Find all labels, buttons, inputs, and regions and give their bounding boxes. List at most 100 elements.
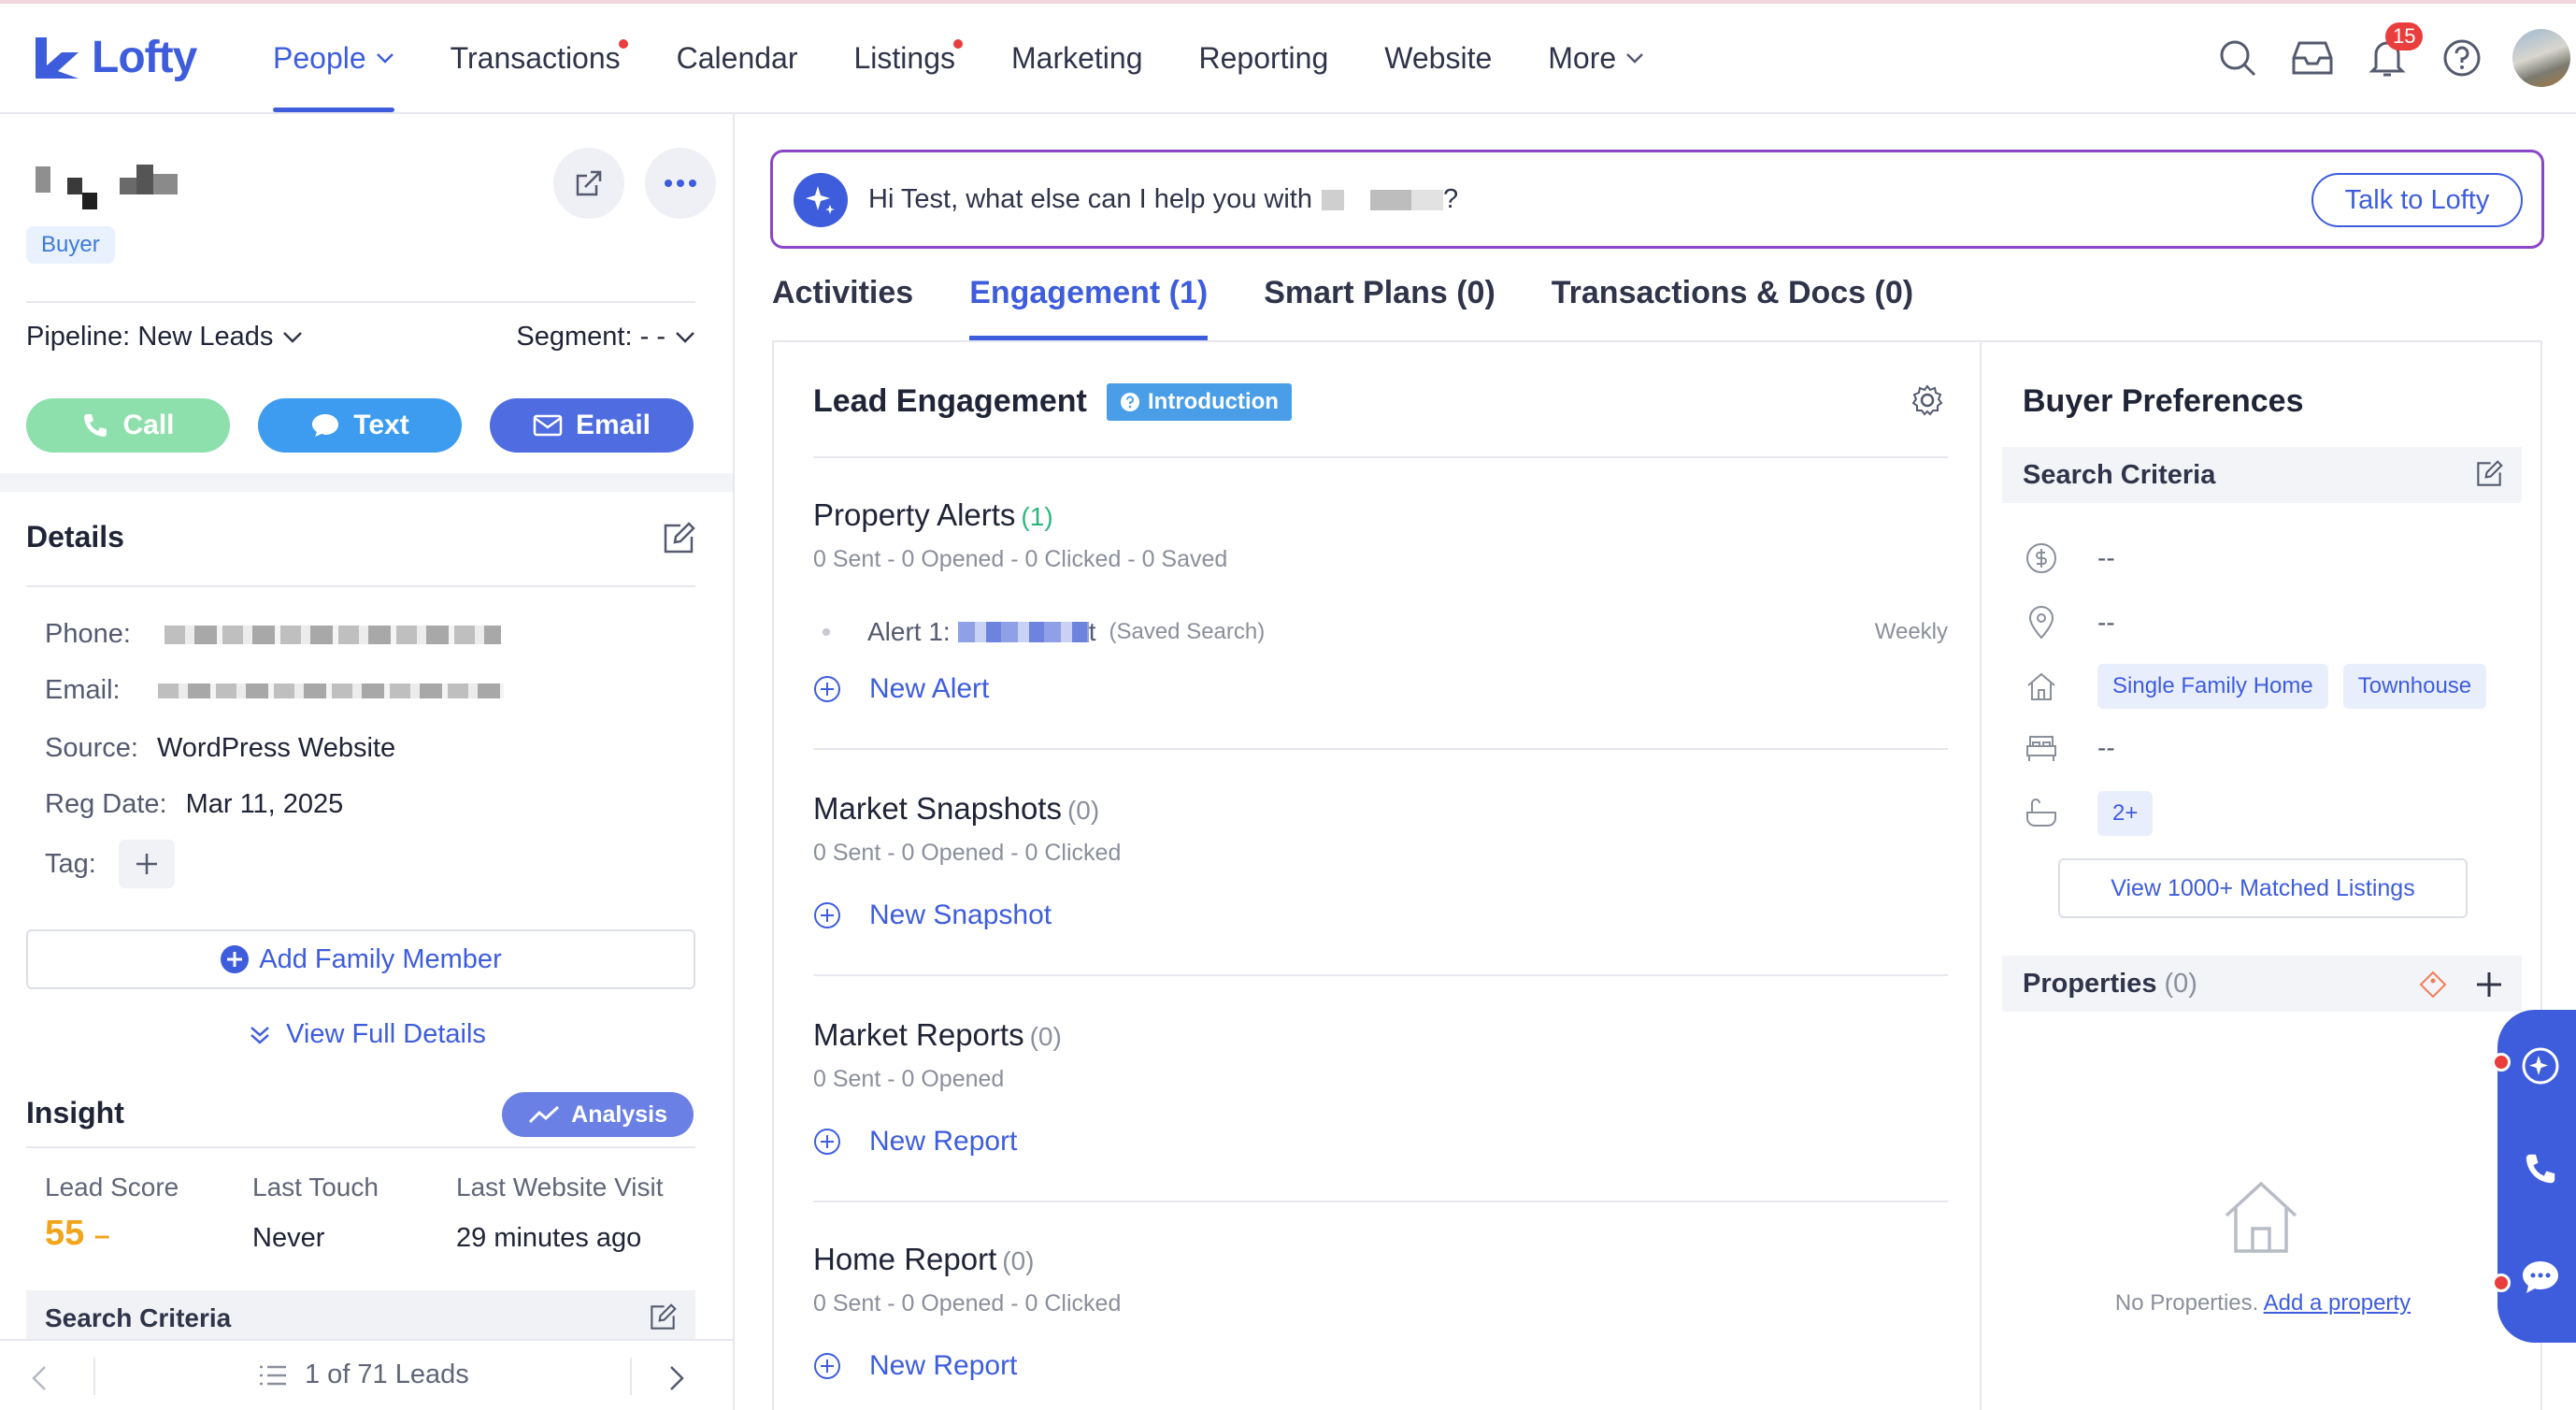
- source-row: Source: WordPress Website: [45, 733, 395, 764]
- divider: [813, 456, 1948, 458]
- reg-date-row: Reg Date: Mar 11, 2025: [45, 789, 343, 820]
- market-reports-title: Market Reports (0): [813, 1017, 1062, 1053]
- home-report-count: (0): [1002, 1246, 1035, 1275]
- new-snapshot-label: New Snapshot: [869, 899, 1052, 930]
- phone-float-button[interactable]: [2520, 1148, 2561, 1189]
- nav-listings[interactable]: Listings: [854, 4, 963, 112]
- property-alerts-stats: 0 Sent - 0 Opened - 0 Clicked - 0 Saved: [813, 546, 1228, 572]
- property-alerts-label: Property Alerts: [813, 497, 1016, 532]
- plus-circle-icon: [814, 1353, 840, 1379]
- lead-tabs: Activities Engagement (1) Smart Plans (0…: [772, 267, 1969, 340]
- text-button[interactable]: Text: [258, 398, 462, 453]
- tab-smart-plans[interactable]: Smart Plans (0): [1264, 267, 1496, 340]
- segment-selector[interactable]: Segment: - -: [516, 322, 695, 352]
- more-options-button[interactable]: [645, 148, 716, 219]
- user-avatar[interactable]: [2512, 29, 2570, 87]
- tab-activities[interactable]: Activities: [772, 267, 913, 340]
- chevron-left-icon[interactable]: [32, 1365, 47, 1391]
- add-family-label: Add Family Member: [259, 943, 502, 974]
- nav-marketing[interactable]: Marketing: [1011, 4, 1143, 112]
- lead-pager: 1 of 71 Leads: [0, 1339, 733, 1410]
- baths-row: 2+: [2023, 791, 2168, 836]
- email-label: Email:: [45, 675, 121, 705]
- no-properties-message: No Properties. Add a property: [1983, 1290, 2542, 1316]
- view-full-details-link[interactable]: View Full Details: [0, 1019, 733, 1050]
- tab-transactions-docs[interactable]: Transactions & Docs (0): [1552, 267, 1913, 340]
- introduction-tag[interactable]: Introduction: [1107, 383, 1292, 421]
- plus-icon: [136, 854, 157, 874]
- pager-text: 1 of 71 Leads: [305, 1360, 469, 1389]
- assistant-float-button[interactable]: [2520, 1045, 2561, 1086]
- market-reports-count: (0): [1029, 1022, 1062, 1051]
- nav-calendar[interactable]: Calendar: [677, 4, 798, 112]
- insight-title: Insight: [26, 1096, 124, 1129]
- edit-icon[interactable]: [649, 1303, 677, 1331]
- notification-dot: [2492, 1273, 2511, 1292]
- call-button[interactable]: Call: [26, 398, 230, 453]
- home-type-row: Single Family Home Townhouse: [2023, 664, 2501, 709]
- nav-transactions[interactable]: Transactions: [451, 4, 628, 112]
- lead-score-number: 55: [45, 1214, 85, 1253]
- details-title: Details: [26, 520, 124, 554]
- lofty-logo-icon: [36, 36, 79, 79]
- nav-people[interactable]: People: [273, 4, 394, 112]
- top-navigation-bar: Lofty People Transactions Calendar Listi…: [0, 4, 2576, 114]
- nav-website[interactable]: Website: [1384, 4, 1492, 112]
- phone-value-redacted: [164, 625, 501, 644]
- add-property-link[interactable]: Add a property: [2264, 1290, 2411, 1316]
- ai-assistant-bar: Hi Test, what else can I help you with ?…: [770, 150, 2544, 249]
- view-full-details-label: View Full Details: [286, 1019, 486, 1049]
- lofty-logo[interactable]: Lofty: [32, 32, 197, 83]
- nav-reporting[interactable]: Reporting: [1199, 4, 1329, 112]
- gear-icon[interactable]: [1911, 383, 1944, 417]
- divider: [630, 1358, 632, 1395]
- chat-float-button[interactable]: [2520, 1257, 2561, 1298]
- view-matched-listings-button[interactable]: View 1000+ Matched Listings: [2058, 858, 2468, 918]
- analysis-button[interactable]: Analysis: [502, 1092, 694, 1137]
- market-snapshots-stats: 0 Sent - 0 Opened - 0 Clicked: [813, 840, 1122, 866]
- help-button[interactable]: [2440, 36, 2484, 80]
- divider: [26, 1146, 695, 1148]
- lead-engagement-title: Lead Engagement: [813, 383, 1087, 419]
- property-alerts-title: Property Alerts (1): [813, 497, 1053, 533]
- new-snapshot-button[interactable]: New Snapshot: [813, 899, 1052, 931]
- divider: [26, 585, 695, 587]
- location-pin-icon: [2023, 606, 2060, 640]
- empty-house-icon: [2225, 1181, 2297, 1253]
- market-reports-stats: 0 Sent - 0 Opened: [813, 1066, 1005, 1092]
- beds-row: --: [2023, 733, 2115, 763]
- notifications-button[interactable]: 15: [2365, 22, 2424, 80]
- last-touch-value: Never: [252, 1223, 325, 1253]
- tab-engagement[interactable]: Engagement (1): [969, 267, 1209, 340]
- inbox-button[interactable]: [2290, 36, 2335, 80]
- plus-icon[interactable]: [2475, 971, 2503, 999]
- new-alert-button[interactable]: New Alert: [813, 673, 989, 705]
- email-value-redacted: [157, 683, 504, 698]
- price-row: --: [2023, 542, 2115, 574]
- bathtub-icon: [2023, 798, 2060, 829]
- talk-to-lofty-button[interactable]: Talk to Lofty: [2311, 173, 2523, 227]
- nav-more[interactable]: More: [1548, 4, 1644, 112]
- edit-icon[interactable]: [662, 522, 695, 555]
- call-label: Call: [122, 410, 175, 440]
- new-market-report-button[interactable]: New Report: [813, 1126, 1017, 1158]
- baths-chip: 2+: [2097, 791, 2154, 836]
- add-family-member-button[interactable]: Add Family Member: [26, 929, 695, 989]
- ai-prompt: Hi Test, what else can I help you with ?: [868, 184, 1458, 215]
- email-button[interactable]: Email: [490, 398, 694, 453]
- price-value: --: [2097, 543, 2115, 572]
- properties-title: Properties (0): [2023, 969, 2197, 1000]
- divider: [813, 748, 1948, 750]
- chevron-right-icon[interactable]: [669, 1365, 684, 1391]
- search-button[interactable]: [2215, 36, 2260, 80]
- share-button[interactable]: [553, 148, 624, 219]
- tag-diamond-icon[interactable]: [2419, 971, 2447, 999]
- add-tag-button[interactable]: [118, 840, 175, 888]
- properties-count: (0): [2164, 969, 2197, 999]
- edit-icon[interactable]: [2475, 460, 2503, 488]
- properties-header: Properties (0): [2002, 956, 2522, 1012]
- alert-item[interactable]: Alert 1: t (Saved Search) Weekly: [823, 617, 1948, 647]
- new-home-report-button[interactable]: New Report: [813, 1350, 1017, 1382]
- pipeline-selector[interactable]: Pipeline: New Leads: [26, 322, 303, 352]
- chevron-down-icon: [1626, 53, 1644, 64]
